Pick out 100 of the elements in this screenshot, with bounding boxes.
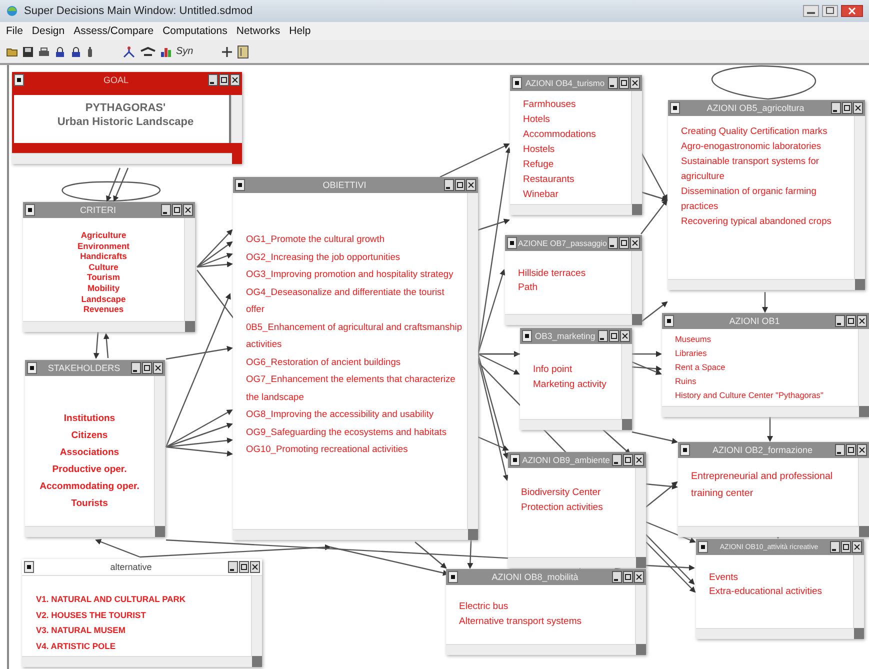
node-label[interactable]: OG4_Deseasonalize and differentiate the tourist offer: [246, 284, 463, 318]
close-icon[interactable]: [183, 204, 193, 216]
resize-grip[interactable]: [859, 406, 869, 417]
horizontal-scrollbar[interactable]: [505, 314, 632, 325]
close-icon[interactable]: [250, 561, 260, 573]
maximize-icon[interactable]: [142, 362, 152, 374]
minimize-icon[interactable]: [598, 330, 608, 342]
resize-grip[interactable]: [854, 628, 864, 639]
cluster-title-bar[interactable]: AZIONI OB4_turismo: [510, 75, 642, 91]
node-label[interactable]: Info point: [533, 362, 617, 377]
plus-icon[interactable]: [221, 46, 234, 58]
vertical-scrollbar[interactable]: [631, 91, 642, 204]
horizontal-scrollbar[interactable]: [510, 204, 632, 215]
node-label[interactable]: Productive oper.: [29, 461, 150, 478]
vertical-scrollbar[interactable]: [251, 576, 262, 656]
resize-grip[interactable]: [232, 153, 242, 164]
horizontal-scrollbar[interactable]: [696, 628, 854, 639]
cluster-title-bar[interactable]: CRITERI: [23, 202, 195, 218]
minimize-icon[interactable]: [208, 74, 218, 86]
bottle-icon[interactable]: [86, 46, 94, 58]
node-label[interactable]: Refuge: [523, 157, 627, 172]
window-menu-icon[interactable]: [27, 362, 37, 374]
node-label[interactable]: OG9_Safeguarding the ecosystems and habitats: [246, 424, 463, 441]
node-label[interactable]: Marketing activity: [533, 377, 617, 392]
window-menu-icon[interactable]: [24, 561, 34, 573]
node-label[interactable]: Tourism: [27, 272, 180, 283]
cluster-title-bar[interactable]: STAKEHOLDERS: [25, 360, 165, 376]
node-label[interactable]: Associations: [29, 444, 150, 461]
node-label[interactable]: Events: [709, 571, 849, 585]
node-label[interactable]: OG2_Increasing the job opportunities: [246, 248, 463, 266]
resize-grip[interactable]: [468, 529, 478, 540]
node-label[interactable]: OG6_Restoration of ancient buildings: [246, 354, 463, 371]
menu-item[interactable]: Computations: [162, 25, 228, 37]
window-menu-icon[interactable]: [522, 330, 532, 342]
minimize-icon[interactable]: [612, 571, 622, 583]
node-label[interactable]: Winebar: [523, 187, 627, 202]
horizontal-scrollbar[interactable]: [520, 419, 622, 430]
node-label[interactable]: Restaurants: [523, 172, 627, 187]
node-label[interactable]: OG1_Promote the cultural growth: [246, 231, 463, 248]
resize-grip[interactable]: [185, 321, 195, 332]
cluster-title-bar[interactable]: AZIONE OB7_passaggio: [505, 235, 642, 251]
node-label[interactable]: Agro-enogastronomic laboratories: [681, 139, 850, 154]
minimize-icon[interactable]: [161, 204, 171, 216]
close-icon[interactable]: [841, 5, 863, 17]
close-icon[interactable]: [466, 179, 476, 191]
horizontal-scrollbar[interactable]: [668, 279, 855, 290]
node-label[interactable]: Electric bus: [459, 599, 631, 614]
window-menu-icon[interactable]: [14, 74, 24, 86]
close-icon[interactable]: [852, 541, 862, 553]
horizontal-scrollbar[interactable]: [446, 644, 636, 655]
panel-icon[interactable]: [237, 44, 250, 58]
node-label[interactable]: OG8_Improving the accessibility and usability: [246, 406, 463, 424]
node-label[interactable]: V1. NATURAL AND CULTURAL PARK: [36, 592, 247, 608]
close-icon[interactable]: [634, 454, 644, 466]
window-menu-icon[interactable]: [235, 179, 245, 191]
node-label[interactable]: PYTHAGORAS': [26, 101, 225, 115]
node-label[interactable]: Farmhouses: [523, 97, 627, 112]
node-label[interactable]: Path: [518, 281, 627, 295]
close-icon[interactable]: [630, 77, 640, 89]
vertical-scrollbar[interactable]: [858, 329, 869, 406]
resize-grip[interactable]: [636, 557, 646, 568]
menu-item[interactable]: Assess/Compare: [74, 25, 154, 37]
node-label[interactable]: Landscape: [27, 294, 180, 304]
minimize-icon[interactable]: [608, 237, 618, 249]
close-icon[interactable]: [853, 102, 863, 114]
node-label[interactable]: Citizens: [29, 427, 150, 444]
lock-icon[interactable]: [70, 46, 82, 58]
close-icon[interactable]: [857, 444, 867, 456]
resize-grip[interactable]: [636, 644, 646, 655]
window-menu-icon[interactable]: [448, 571, 458, 583]
horizontal-scrollbar[interactable]: [662, 406, 859, 417]
node-label[interactable]: Rent a Space: [675, 360, 854, 374]
close-icon[interactable]: [230, 74, 240, 86]
menu-item[interactable]: Design: [32, 25, 65, 37]
node-label[interactable]: Institutions: [29, 410, 150, 427]
minimize-icon[interactable]: [835, 315, 845, 327]
node-label[interactable]: Alternative transport systems: [459, 614, 631, 629]
horizontal-scrollbar[interactable]: [678, 526, 859, 537]
menu-item[interactable]: Help: [289, 25, 311, 37]
cluster-title-bar[interactable]: GOAL: [12, 72, 242, 88]
close-icon[interactable]: [620, 330, 630, 342]
node-label[interactable]: Culture: [27, 262, 180, 272]
node-label[interactable]: Hotels: [523, 112, 627, 127]
horizontal-scrollbar[interactable]: [12, 153, 232, 164]
window-menu-icon[interactable]: [698, 541, 708, 553]
cluster-title-bar[interactable]: AZIONI OB1: [662, 313, 869, 329]
maximize-icon[interactable]: [842, 102, 852, 114]
minimize-icon[interactable]: [131, 362, 141, 374]
node-label[interactable]: OG7_Enhancement the elements that characterize the landscape: [246, 371, 463, 406]
node-label[interactable]: Agriculture: [27, 230, 180, 241]
node-label[interactable]: Ruins: [675, 374, 854, 388]
window-menu-icon[interactable]: [25, 204, 35, 216]
vertical-scrollbar[interactable]: [854, 116, 865, 279]
network-icon[interactable]: [122, 46, 136, 58]
node-label[interactable]: History and Culture Center "Pythagoras": [675, 388, 854, 402]
node-label[interactable]: Museums: [675, 332, 854, 346]
lock-icon[interactable]: [54, 46, 66, 58]
cluster-title-bar[interactable]: AZIONI OB2_formazione: [678, 442, 869, 458]
node-label[interactable]: Accommodating oper.: [29, 478, 150, 495]
node-label[interactable]: Urban Historic Landscape: [26, 115, 225, 129]
